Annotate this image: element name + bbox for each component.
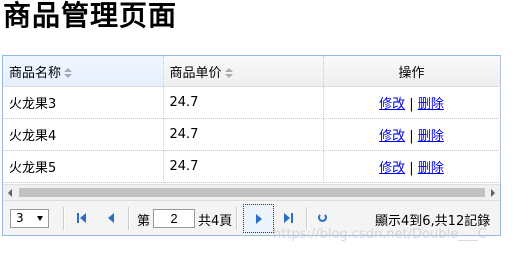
edit-link[interactable]: 修改 [379,97,405,112]
last-page-icon-bar [291,213,293,223]
column-header-actions: 操作 [323,56,501,87]
edit-link[interactable]: 修改 [379,129,405,144]
watermark: https://blog.csdn.net/Double___C [273,227,487,242]
delete-link[interactable]: 删除 [418,161,444,176]
column-header-label: 商品名称 [9,65,62,81]
pager-divider [128,207,130,230]
page-size-value: 3 [16,211,24,225]
page-title: 商品管理页面 [3,0,178,32]
first-page-icon [77,213,79,223]
last-page-button[interactable] [278,207,300,229]
column-header-label: 操作 [398,65,425,81]
refresh-icon [318,213,327,222]
cell-actions: 修改 | 删除 [323,86,501,119]
last-page-icon [284,213,290,223]
cell-actions: 修改 | 删除 [323,150,501,183]
prev-page-icon [108,213,114,223]
table-row[interactable]: 火龙果3 24.7 修改 | 删除 [3,86,501,119]
product-datagrid: 商品名称 商品单价 操作 火龙果3 24.7 修改 | 删除 火龙果4 24.7… [2,55,501,236]
refresh-button[interactable] [313,207,335,229]
cell-unit-price: 24.7 [163,118,324,151]
page-label-prefix: 第 [137,214,151,229]
action-separator: | [409,97,414,112]
total-pages-label: 共4頁 [198,214,233,229]
current-page-input[interactable] [153,209,195,228]
chevron-down-icon [37,216,43,221]
page-size-select[interactable]: 3 [10,209,49,228]
column-header-product-name[interactable]: 商品名称 [3,56,164,87]
pager-divider [236,207,238,230]
scroll-left-icon[interactable] [8,189,12,197]
action-separator: | [409,161,414,176]
prev-page-button[interactable] [100,207,122,229]
scrollbar-thumb[interactable] [19,188,485,197]
cell-product-name: 火龙果4 [3,118,164,151]
column-header-unit-price[interactable]: 商品单价 [163,56,324,87]
first-page-button[interactable] [71,207,93,229]
next-page-icon [256,214,262,224]
next-page-button[interactable] [243,204,274,233]
horizontal-scrollbar[interactable] [3,184,500,200]
edit-link[interactable]: 修改 [379,161,405,176]
delete-link[interactable]: 删除 [418,97,444,112]
pager-divider [63,207,65,230]
cell-actions: 修改 | 删除 [323,118,501,151]
sort-icon[interactable] [224,68,233,78]
cell-product-name: 火龙果5 [3,150,164,183]
cell-unit-price: 24.7 [163,150,324,183]
scroll-right-icon[interactable] [491,189,495,197]
product-table: 商品名称 商品单价 操作 火龙果3 24.7 修改 | 删除 火龙果4 24.7… [3,56,501,183]
column-header-label: 商品单价 [169,65,222,81]
table-header-row: 商品名称 商品单价 操作 [3,56,501,87]
table-row[interactable]: 火龙果5 24.7 修改 | 删除 [3,150,501,183]
first-page-icon-arrow [80,213,86,223]
delete-link[interactable]: 删除 [418,129,444,144]
sort-icon[interactable] [64,68,73,78]
cell-unit-price: 24.7 [163,86,324,119]
action-separator: | [409,129,414,144]
table-row[interactable]: 火龙果4 24.7 修改 | 删除 [3,118,501,151]
cell-product-name: 火龙果3 [3,86,164,119]
